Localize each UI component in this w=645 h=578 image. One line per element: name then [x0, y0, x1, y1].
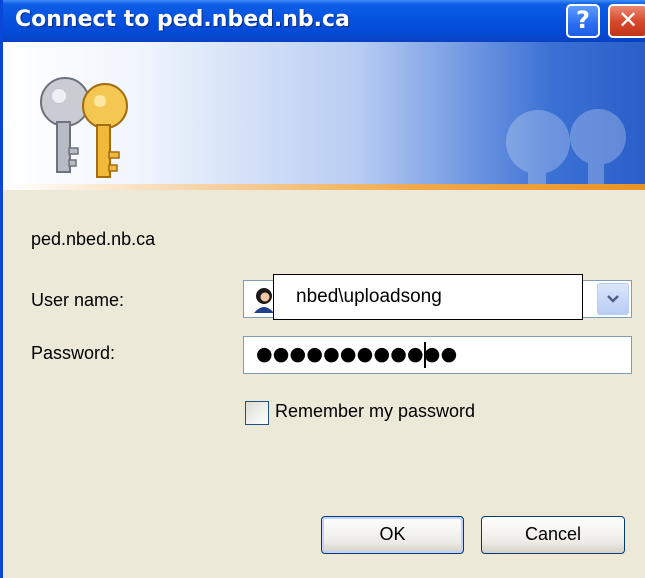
keys-icon — [40, 77, 128, 178]
username-value: nbed\uploadsong — [296, 286, 442, 307]
server-name-label: ped.nbed.nb.ca — [31, 229, 156, 249]
remember-password-checkbox[interactable] — [245, 401, 269, 425]
window-title: Connect to ped.nbed.nb.ca — [15, 7, 350, 32]
password-label: Password: — [31, 343, 116, 363]
banner-accent-stripe — [3, 184, 645, 190]
text-caret — [424, 342, 426, 368]
close-button[interactable]: ✕ — [608, 4, 645, 38]
help-button[interactable]: ? — [566, 4, 600, 38]
username-field[interactable]: nbed\uploadsong — [273, 274, 583, 320]
password-field[interactable]: ●●●●●●●●●●●● — [243, 336, 632, 374]
password-masked-value: ●●●●●●●●●●●● — [256, 343, 458, 365]
login-dialog: Connect to ped.nbed.nb.ca ? ✕ ped.nbed.n… — [0, 0, 645, 578]
username-label: User name: — [31, 290, 125, 310]
title-bar[interactable]: Connect to ped.nbed.nb.ca ? ✕ — [3, 0, 645, 42]
cancel-button[interactable]: Cancel — [481, 516, 625, 554]
chevron-down-icon[interactable] — [597, 283, 629, 315]
ok-button[interactable]: OK — [321, 516, 464, 554]
keys-watermark-icon — [506, 109, 626, 184]
remember-password-label[interactable]: Remember my password — [275, 401, 475, 422]
